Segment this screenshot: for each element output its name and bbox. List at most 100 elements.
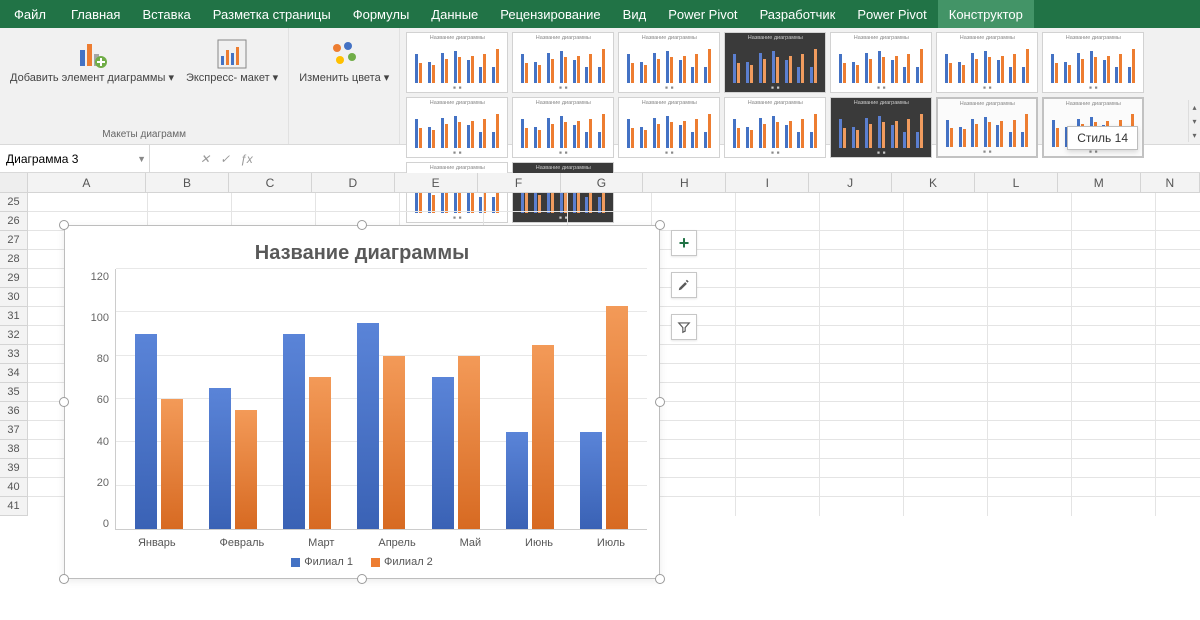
chart-style-thumb-3[interactable]: Название диаграммы [618,32,720,93]
resize-handle-tm[interactable] [357,220,367,230]
ribbon-tab-5[interactable]: Данные [420,0,489,28]
ribbon-tab-9[interactable]: Разработчик [749,0,847,28]
change-colors-button[interactable]: Изменить цвета ▾ [295,32,393,87]
chart-style-thumb-8[interactable]: Название диаграммы [406,97,508,158]
bar-Филиал 1-Февраль[interactable] [209,388,231,529]
col-header-F[interactable]: F [478,173,561,192]
chart-style-thumb-10[interactable]: Название диаграммы [618,97,720,158]
col-header-L[interactable]: L [975,173,1058,192]
name-box-dropdown-icon[interactable]: ▼ [137,154,146,164]
row-header-38[interactable]: 38 [0,440,28,459]
row-header-37[interactable]: 37 [0,421,28,440]
row-header-32[interactable]: 32 [0,326,28,345]
name-box[interactable]: ▼ [0,145,150,172]
row-header-41[interactable]: 41 [0,497,28,516]
row-header-36[interactable]: 36 [0,402,28,421]
col-header-G[interactable]: G [561,173,644,192]
bar-Филиал 2-Март[interactable] [309,377,331,529]
chart-style-thumb-7[interactable]: Название диаграммы [1042,32,1144,93]
legend-item-Филиал 1[interactable]: Филиал 1 [291,556,353,568]
bar-Филиал 2-Январь[interactable] [161,399,183,529]
row-header-26[interactable]: 26 [0,212,28,231]
col-header-D[interactable]: D [312,173,395,192]
ribbon-tab-4[interactable]: Формулы [342,0,421,28]
cancel-icon[interactable]: ✕ [200,152,210,166]
ribbon-tab-10[interactable]: Power Pivot [846,0,937,28]
ribbon-tab-7[interactable]: Вид [612,0,658,28]
select-all-corner[interactable] [0,173,28,192]
chart-title[interactable]: Название диаграммы [77,242,647,265]
row-header-31[interactable]: 31 [0,307,28,326]
chart-legend[interactable]: Филиал 1 Филиал 2 [77,550,647,568]
row-header-30[interactable]: 30 [0,288,28,307]
col-header-J[interactable]: J [809,173,892,192]
chart-style-thumb-5[interactable]: Название диаграммы [830,32,932,93]
bar-Филиал 1-Июнь[interactable] [506,432,528,530]
add-chart-element-label: Добавить элемент диаграммы ▾ [10,72,174,85]
bar-Филиал 2-Июль[interactable] [606,306,628,529]
ribbon-tab-2[interactable]: Вставка [131,0,201,28]
cells-grid[interactable]: + Название диаграммы 120100806040200 Янв… [28,193,1200,516]
chart-style-thumb-1[interactable]: Название диаграммы [406,32,508,93]
bar-Филиал 1-Июль[interactable] [580,432,602,530]
ribbon-tab-1[interactable]: Главная [60,0,131,28]
ribbon-tab-6[interactable]: Рецензирование [489,0,611,28]
embedded-chart[interactable]: + Название диаграммы 120100806040200 Янв… [64,225,660,579]
row-header-34[interactable]: 34 [0,364,28,383]
row-header-33[interactable]: 33 [0,345,28,364]
col-header-M[interactable]: M [1058,173,1141,192]
ribbon-tab-0[interactable]: Файл [0,0,60,28]
col-header-N[interactable]: N [1141,173,1200,192]
col-header-A[interactable]: A [28,173,146,192]
bar-Филиал 2-Май[interactable] [458,356,480,529]
row-header-27[interactable]: 27 [0,231,28,250]
resize-handle-mr[interactable] [655,397,665,407]
row-header-29[interactable]: 29 [0,269,28,288]
chart-style-thumb-4[interactable]: Название диаграммы [724,32,826,93]
col-header-I[interactable]: I [726,173,809,192]
bar-Филиал 1-Январь[interactable] [135,334,157,529]
enter-icon[interactable]: ✓ [220,152,230,166]
fx-icon[interactable]: ƒx [240,152,253,166]
chart-style-thumb-11[interactable]: Название диаграммы [724,97,826,158]
chart-style-thumb-13[interactable]: Название диаграммы [936,97,1038,158]
plot-area[interactable]: ЯнварьФевральМартАпрельМайИюньИюль [115,269,647,530]
row-header-40[interactable]: 40 [0,478,28,497]
resize-handle-ml[interactable] [59,397,69,407]
ribbon-tab-3[interactable]: Разметка страницы [202,0,342,28]
gallery-scroll-handle[interactable]: ▴▾▾ [1188,100,1200,142]
resize-handle-br[interactable] [655,574,665,584]
resize-handle-bm[interactable] [357,574,367,584]
row-header-35[interactable]: 35 [0,383,28,402]
ribbon-tab-8[interactable]: Power Pivot [657,0,748,28]
name-box-input[interactable] [6,152,143,166]
bar-Филиал 2-Июнь[interactable] [532,345,554,529]
legend-item-Филиал 2[interactable]: Филиал 2 [371,556,433,568]
row-header-39[interactable]: 39 [0,459,28,478]
bar-Филиал 1-Март[interactable] [283,334,305,529]
bar-Филиал 2-Февраль[interactable] [235,410,257,529]
bar-Филиал 2-Апрель[interactable] [383,356,405,529]
bar-Филиал 1-Май[interactable] [432,377,454,529]
col-header-B[interactable]: B [146,173,229,192]
resize-handle-bl[interactable] [59,574,69,584]
row-header-28[interactable]: 28 [0,250,28,269]
chart-style-thumb-12[interactable]: Название диаграммы [830,97,932,158]
col-header-C[interactable]: C [229,173,312,192]
chart-style-thumb-2[interactable]: Название диаграммы [512,32,614,93]
chart-style-thumb-6[interactable]: Название диаграммы [936,32,1038,93]
chart-style-brush-icon[interactable] [671,272,697,298]
resize-handle-tl[interactable] [59,220,69,230]
add-chart-element-button[interactable]: Добавить элемент диаграммы ▾ [6,32,178,87]
ribbon-tab-11[interactable]: Конструктор [938,0,1034,28]
chart-filter-icon[interactable] [671,314,697,340]
bar-Филиал 1-Апрель[interactable] [357,323,379,529]
col-header-E[interactable]: E [395,173,478,192]
col-header-H[interactable]: H [643,173,726,192]
quick-layout-button[interactable]: Экспресс- макет ▾ [182,32,282,87]
chart-style-thumb-9[interactable]: Название диаграммы [512,97,614,158]
chart-add-element-icon[interactable]: + [671,230,697,256]
resize-handle-tr[interactable] [655,220,665,230]
row-header-25[interactable]: 25 [0,193,28,212]
col-header-K[interactable]: K [892,173,975,192]
